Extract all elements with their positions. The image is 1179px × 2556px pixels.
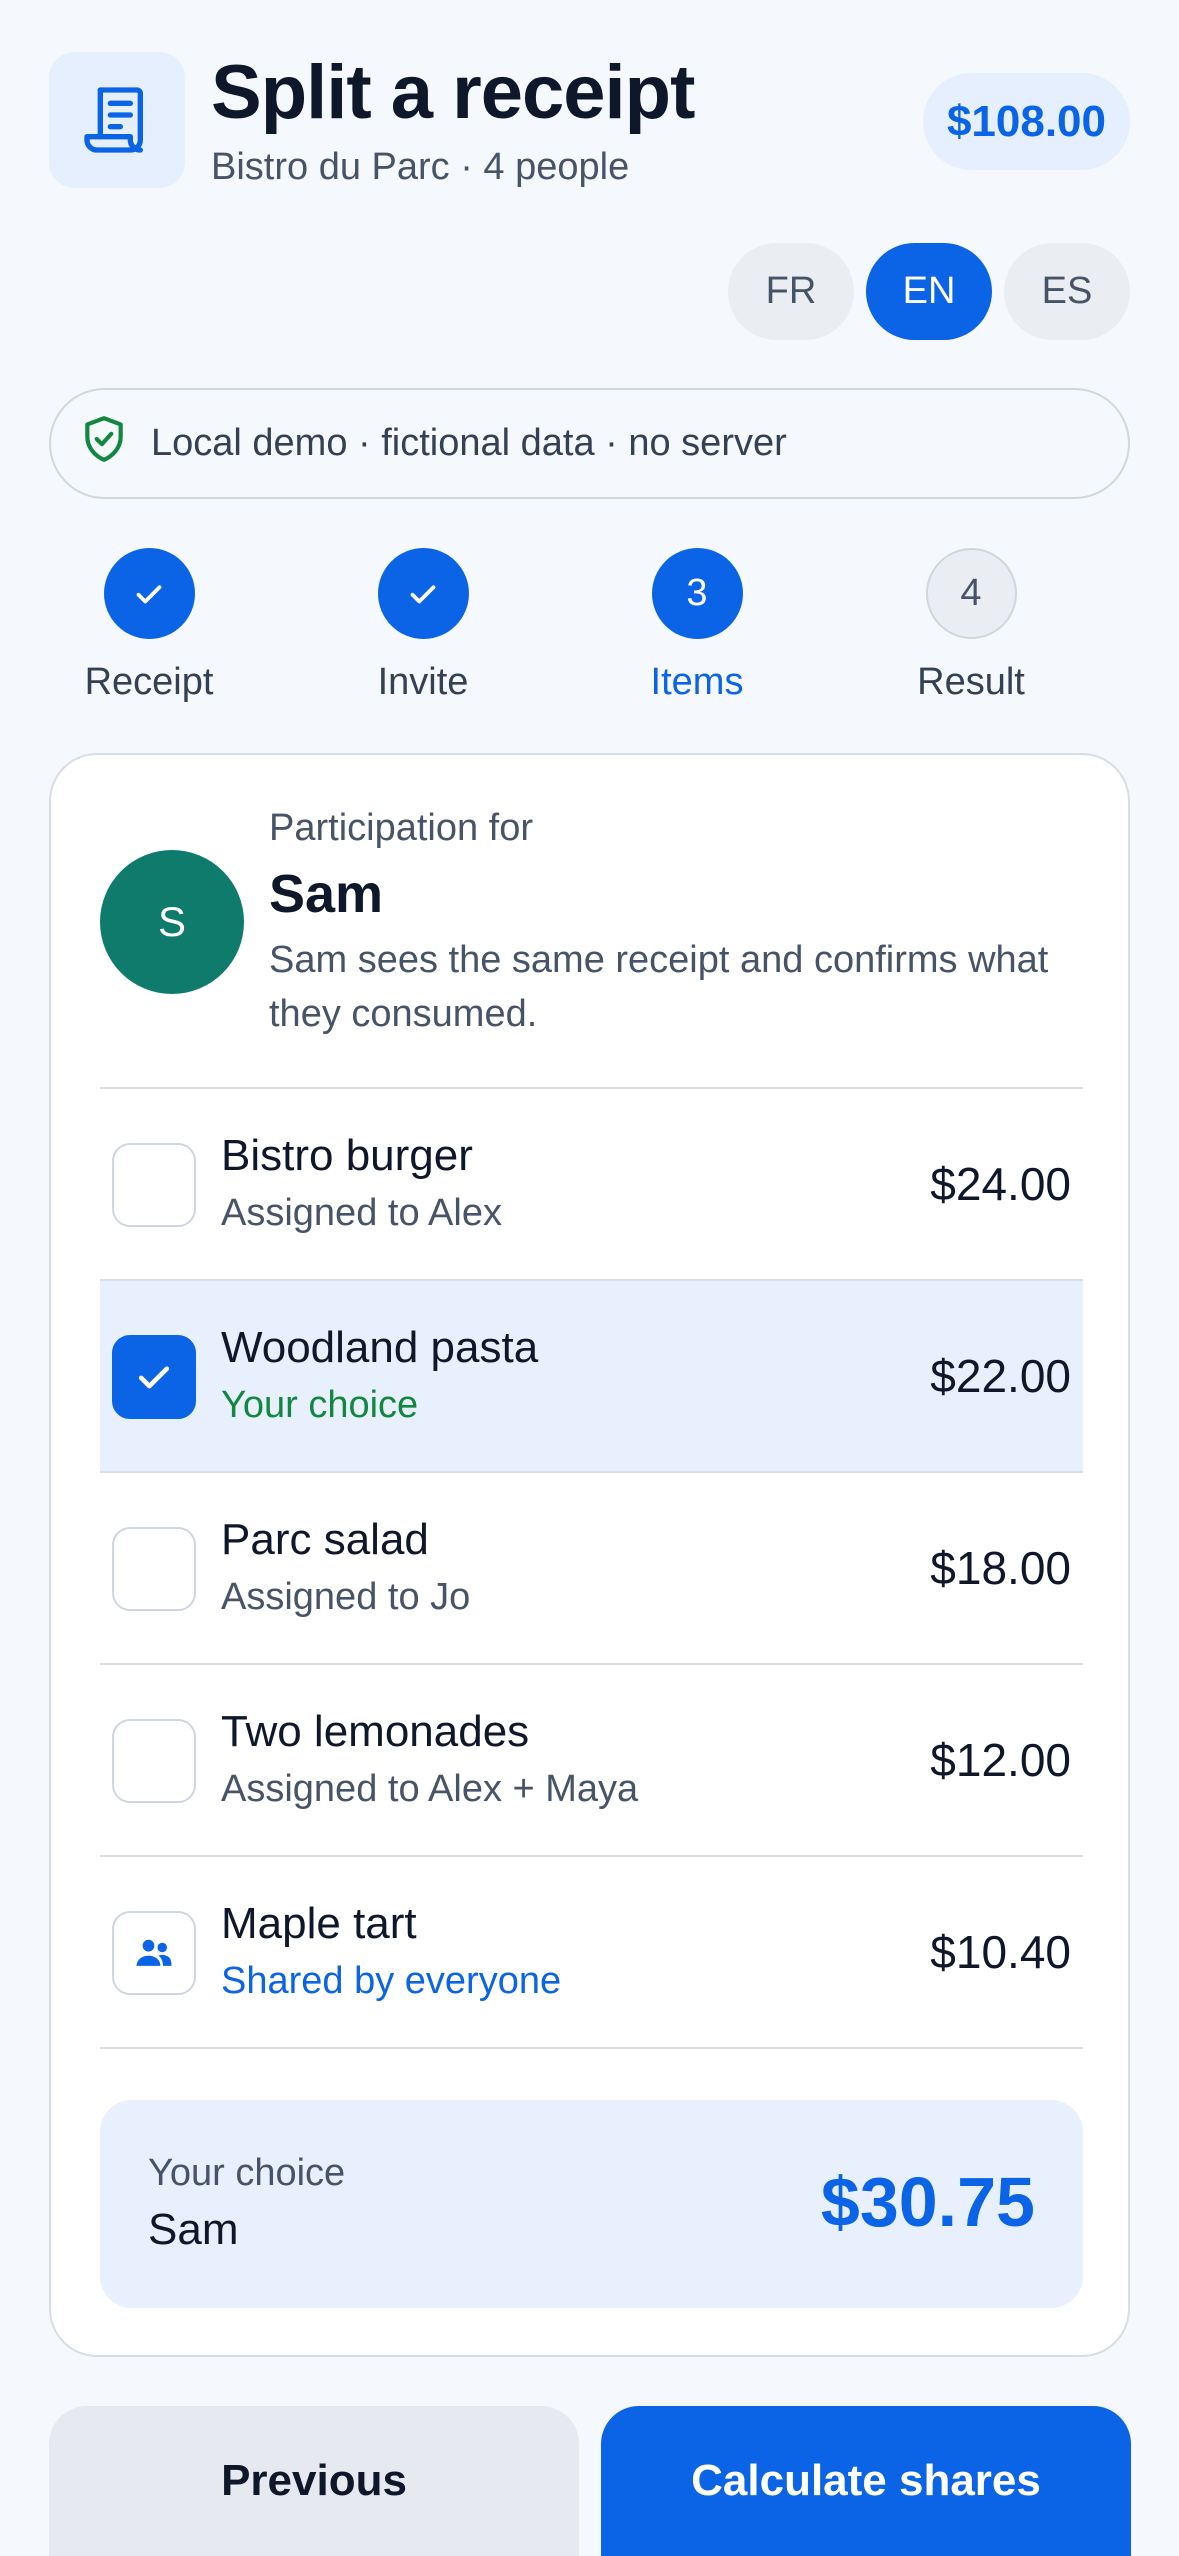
item-assignment: Assigned to Jo [221,1576,471,1618]
group-icon [112,1911,196,1995]
receipt-total-badge: $108.00 [922,73,1130,170]
item-name: Two lemonades [221,1707,530,1756]
page-title: Split a receipt [211,50,695,135]
step-label: Invite [377,661,469,703]
demo-banner-text: Local demo · fictional data · no server [151,422,787,464]
step-items[interactable]: 3 Items [597,548,797,704]
page: Split a receipt Bistro du Parc · 4 peopl… [0,0,1179,2556]
item-price: $10.40 [930,1926,1071,1978]
list-item: Maple tart Shared by everyone $10.40 [100,1857,1083,2049]
step-receipt[interactable]: Receipt [49,548,249,704]
choice-summary: Your choice Sam $30.75 [100,2100,1083,2308]
previous-button[interactable]: Previous [49,2406,579,2556]
language-button-es[interactable]: ES [1004,243,1130,340]
step-number: 4 [925,548,1017,639]
language-button-en[interactable]: EN [866,243,992,340]
step-label: Result [917,661,1025,703]
list-item[interactable]: Woodland pasta Your choice $22.00 [100,1281,1083,1473]
demo-banner: Local demo · fictional data · no server [49,388,1130,499]
item-price: $12.00 [930,1734,1071,1786]
item-assignment: Assigned to Alex [221,1192,502,1234]
list-item[interactable]: Two lemonades Assigned to Alex + Maya $1… [100,1665,1083,1857]
item-price: $22.00 [930,1350,1071,1402]
step-invite[interactable]: Invite [323,548,523,704]
participation-label: Participation for [269,807,534,849]
language-button-fr[interactable]: FR [728,243,854,340]
header: Split a receipt Bistro du Parc · 4 peopl… [49,0,1130,230]
check-icon [138,1366,170,1389]
item-price: $18.00 [930,1542,1071,1594]
item-assignment: Your choice [221,1384,419,1426]
step-number: 3 [651,548,743,639]
summary-name: Sam [148,2205,239,2254]
list-item[interactable]: Bistro burger Assigned to Alex $24.00 [100,1089,1083,1281]
summary-amount: $30.75 [820,2163,1035,2241]
step-label: Items [650,661,744,703]
item-name: Bistro burger [221,1131,473,1180]
progress-stepper: Receipt Invite 3 Items 4 Result [49,548,1130,708]
participant-name: Sam [269,864,384,924]
item-assignment: Assigned to Alex + Maya [221,1768,639,1810]
avatar: S [100,850,244,994]
step-result[interactable]: 4 Result [871,548,1071,704]
item-assignment: Shared by everyone [221,1960,562,2002]
check-icon [103,548,195,639]
participant-description: Sam sees the same receipt and confirms w… [269,939,1049,1035]
check-icon [377,548,469,639]
participation-card: S Participation for Sam Sam sees the sam… [49,753,1130,2357]
item-name: Parc salad [221,1515,429,1564]
step-label: Receipt [84,661,214,703]
item-name: Maple tart [221,1899,417,1948]
item-checkbox[interactable] [112,1143,196,1227]
shield-check-icon [79,414,129,474]
receipt-icon [49,52,185,188]
item-checkbox[interactable] [112,1527,196,1611]
list-item[interactable]: Parc salad Assigned to Jo $18.00 [100,1473,1083,1665]
item-name: Woodland pasta [221,1323,539,1372]
item-list: Bistro burger Assigned to Alex $24.00 Wo… [100,1087,1083,2049]
item-checkbox[interactable] [112,1335,196,1419]
summary-label: Your choice [148,2152,346,2194]
item-price: $24.00 [930,1158,1071,1210]
item-checkbox[interactable] [112,1719,196,1803]
language-switcher: FR EN ES [728,243,1130,340]
page-subtitle: Bistro du Parc · 4 people [211,146,630,188]
calculate-shares-button[interactable]: Calculate shares [601,2406,1131,2556]
